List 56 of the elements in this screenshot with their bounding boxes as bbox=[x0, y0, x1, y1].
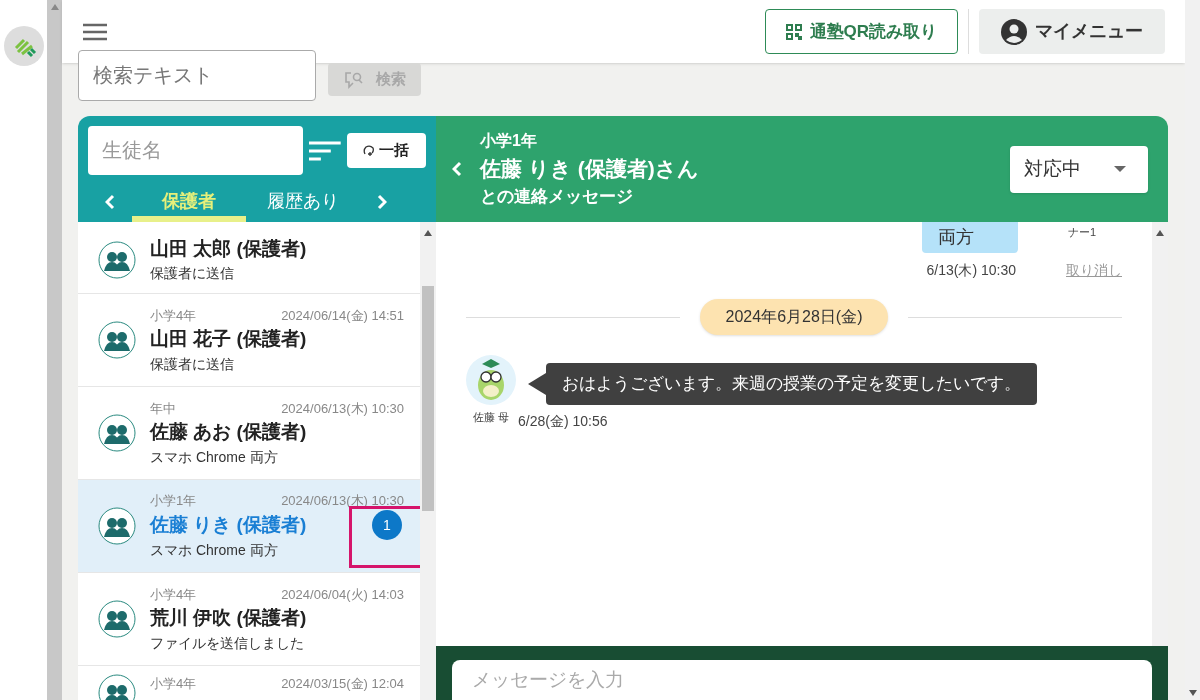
message-time: 6/28(金) 10:56 bbox=[518, 411, 609, 431]
sort-icon[interactable] bbox=[307, 139, 343, 162]
qr-code-icon bbox=[785, 23, 802, 40]
caret-icon bbox=[1114, 166, 1126, 172]
contact-name: 山田 太郎 (保護者) bbox=[150, 236, 307, 261]
contact-name: 佐藤 りき (保護者) bbox=[150, 513, 307, 537]
grade-label: 小学4年 bbox=[150, 585, 197, 604]
message-preview: 保護者に送信 bbox=[150, 354, 235, 374]
contact-name: 山田 花子 (保護者) bbox=[150, 327, 307, 351]
grade-label: 小学4年 bbox=[150, 306, 197, 325]
timestamp: 2024/06/04(火) 14:03 bbox=[281, 585, 404, 604]
chevron-left-icon bbox=[105, 193, 115, 210]
message-preview: スマホ Chrome 両方 bbox=[150, 447, 279, 467]
parents-avatar-icon bbox=[98, 600, 136, 638]
bubble-tail-icon bbox=[528, 372, 546, 395]
bulk-button[interactable]: 一括 bbox=[346, 133, 426, 168]
status-dropdown[interactable]: 対応中 bbox=[1010, 145, 1148, 193]
menu-icon[interactable] bbox=[82, 21, 108, 42]
grade-label: 小学4年 bbox=[150, 675, 197, 693]
chevron-right-icon bbox=[377, 193, 387, 210]
back-icon[interactable] bbox=[452, 161, 462, 177]
chat-subtitle: との連絡メッセージ bbox=[480, 186, 634, 208]
message-time: 6/13(木) 10:30 bbox=[926, 261, 1016, 280]
grade-label: 小学1年 bbox=[480, 130, 538, 151]
owl-avatar-icon bbox=[466, 355, 516, 405]
chat-search-icon bbox=[343, 70, 364, 89]
sent-message-bubble: 両方 bbox=[922, 222, 1018, 253]
grade-label: 小学1年 bbox=[150, 491, 197, 510]
timestamp: 2024/03/15(金) 12:04 bbox=[281, 675, 404, 693]
student-name-field[interactable]: 生徒名 bbox=[88, 126, 303, 175]
qr-scan-button[interactable]: 通塾QR読み取り bbox=[764, 9, 958, 54]
parents-avatar-icon bbox=[98, 507, 136, 545]
message-input[interactable]: メッセージを入力 bbox=[452, 660, 1152, 700]
message-preview: スマホ Chrome 両方 bbox=[150, 541, 279, 561]
parents-avatar-icon bbox=[98, 240, 136, 279]
scroll-down-icon[interactable] bbox=[1188, 690, 1197, 696]
my-menu-button[interactable]: マイメニュー bbox=[979, 9, 1165, 54]
logo-icon[interactable] bbox=[3, 26, 44, 66]
grade-label: 年中 bbox=[150, 399, 176, 418]
user-icon bbox=[1001, 18, 1027, 45]
timestamp: 2024/06/13(木) 10:30 bbox=[281, 399, 404, 418]
parents-avatar-icon bbox=[98, 414, 136, 452]
contact-name: 佐藤 あお (保護者) bbox=[150, 420, 307, 444]
chat-title: 佐藤 りき (保護者)さん bbox=[480, 155, 699, 182]
scroll-up-icon[interactable] bbox=[1156, 230, 1164, 236]
timestamp: 2024/06/14(金) 14:51 bbox=[281, 306, 404, 325]
scrollbar-thumb[interactable] bbox=[422, 286, 434, 511]
message-preview: 保護者に送信 bbox=[150, 264, 235, 284]
search-field[interactable]: 検索テキスト bbox=[78, 50, 316, 101]
contact-name: 荒川 伊吹 (保護者) bbox=[150, 606, 307, 630]
sender-name: 佐藤 母 bbox=[472, 410, 510, 425]
message-preview: ファイルを送信しました bbox=[150, 633, 305, 653]
sender-name: ナー1 bbox=[1068, 225, 1098, 240]
parents-avatar-icon bbox=[98, 321, 136, 359]
unread-count: 1 bbox=[372, 510, 402, 541]
scroll-up-icon[interactable] bbox=[424, 230, 432, 236]
